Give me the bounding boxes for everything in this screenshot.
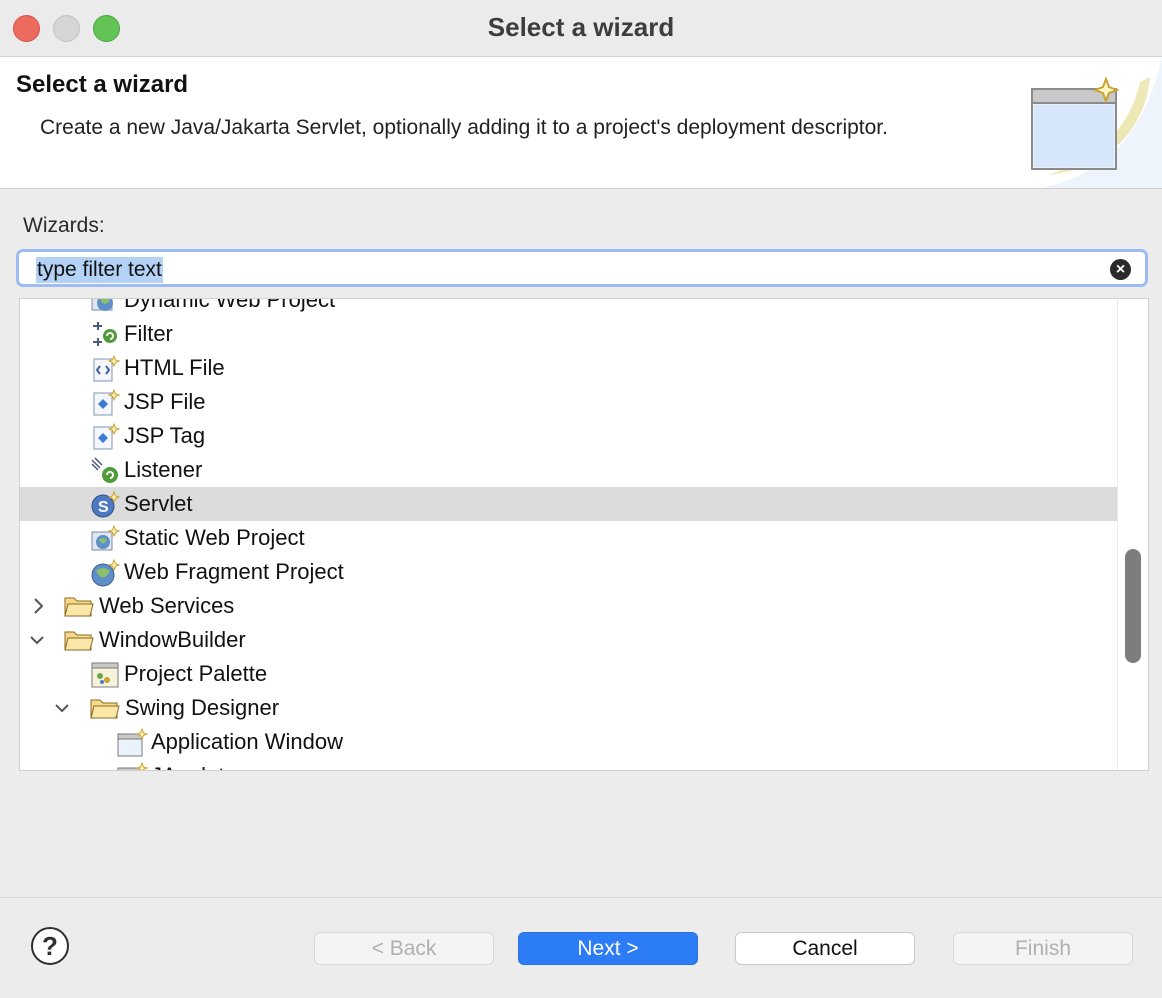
back-button[interactable]: < Back <box>314 932 494 965</box>
application-window-icon <box>117 728 148 757</box>
folder-icon <box>64 631 94 651</box>
wizards-label: Wizards: <box>23 214 105 237</box>
static-web-project-icon <box>91 524 120 551</box>
help-button[interactable]: ? <box>31 927 69 965</box>
tree-item-label: Listener <box>124 457 203 482</box>
filter-field[interactable]: type filter text × <box>16 249 1148 287</box>
tree-item-label: Filter <box>124 321 173 346</box>
tree-item-label: Application Window <box>151 729 343 754</box>
tree-item-application-window[interactable]: Application Window <box>20 725 1118 759</box>
window-title: Select a wizard <box>487 12 675 42</box>
tree-item-label: Web Services <box>99 593 235 618</box>
tree-item-swing-designer[interactable]: Swing Designer <box>20 691 1118 725</box>
tree-item-label: Project Palette <box>124 661 268 686</box>
tree-item-label: JApplet <box>151 759 224 770</box>
jsp-tag-icon <box>93 422 120 450</box>
html-file-icon <box>93 354 120 382</box>
tree-item-label: Servlet <box>124 491 193 516</box>
tree-item-windowbuilder[interactable]: WindowBuilder <box>20 623 1118 657</box>
footer-divider <box>0 897 1162 898</box>
web-fragment-project-icon <box>91 558 120 587</box>
palette-icon <box>91 662 119 688</box>
scrollbar-thumb[interactable] <box>1125 549 1141 663</box>
servlet-icon: S <box>91 490 120 518</box>
tree-item-label: Web Fragment Project <box>124 559 344 584</box>
tree-item-dynamic-web-project[interactable]: Dynamic Web Project <box>20 298 1118 317</box>
tree-item-static-web-project[interactable]: Static Web Project <box>20 521 1118 555</box>
folder-icon <box>90 699 120 719</box>
wizard-tree[interactable]: Dynamic Web Project Filter HTML File JSP… <box>19 298 1149 771</box>
header-title: Select a wizard <box>16 71 189 98</box>
tree-item-label: Static Web Project <box>124 525 305 550</box>
tree-item-label: Dynamic Web Project <box>124 298 336 312</box>
web-project-icon <box>91 299 113 311</box>
wizard-header: Select a wizard Create a new Java/Jakart… <box>0 57 1162 189</box>
finish-button[interactable]: Finish <box>953 932 1133 965</box>
clear-filter-icon[interactable]: × <box>1110 259 1131 280</box>
tree-item-web-fragment-project[interactable]: Web Fragment Project <box>20 555 1118 589</box>
tree-item-web-services[interactable]: Web Services <box>20 589 1118 623</box>
tree-item-jsp-tag[interactable]: JSP Tag <box>20 419 1118 453</box>
title-bar: Select a wizard <box>0 0 1162 57</box>
tree-item-servlet[interactable]: S Servlet <box>20 487 1118 521</box>
tree-item-label: Swing Designer <box>125 695 280 720</box>
cancel-button[interactable]: Cancel <box>735 932 915 965</box>
svg-text:S: S <box>98 499 109 516</box>
tree-scrollbar[interactable] <box>1117 299 1148 770</box>
folder-icon <box>64 597 94 617</box>
tree-item-listener[interactable]: Listener <box>20 453 1118 487</box>
tree-item-label: WindowBuilder <box>99 627 246 652</box>
filter-input[interactable]: type filter text <box>36 257 163 283</box>
tree-item-label: JSP File <box>124 389 206 414</box>
next-button[interactable]: Next > <box>518 932 698 965</box>
wizard-banner-icon <box>1031 57 1162 188</box>
tree-item-project-palette[interactable]: Project Palette <box>20 657 1118 691</box>
header-description: Create a new Java/Jakarta Servlet, optio… <box>40 116 888 139</box>
tree-item-label: JSP Tag <box>124 423 206 448</box>
filter-icon <box>93 322 117 346</box>
tree-item-html-file[interactable]: HTML File <box>20 351 1118 385</box>
tree-item-jsp-file[interactable]: JSP File <box>20 385 1118 419</box>
jsp-file-icon <box>93 388 120 416</box>
tree-item-label: HTML File <box>124 355 225 380</box>
japplet-icon <box>117 762 148 770</box>
tree-item-filter[interactable]: Filter <box>20 317 1118 351</box>
tree-item-japplet[interactable]: JApplet <box>20 759 1118 770</box>
listener-icon <box>91 457 118 483</box>
